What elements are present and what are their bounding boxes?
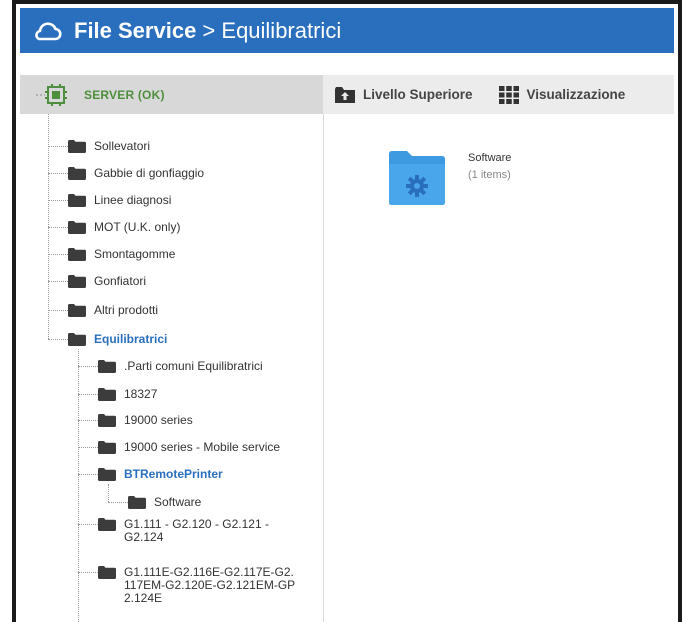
tree-connector [78, 524, 98, 525]
tree-connector [78, 572, 98, 573]
tree-connector [78, 447, 98, 448]
tree-item-19000-mobile[interactable]: 19000 series - Mobile service [98, 440, 280, 454]
tree-item-equilibratrici[interactable]: Equilibratrici [68, 332, 167, 346]
tree-item-parti-comuni[interactable]: .Parti comuni Equilibratrici [98, 359, 263, 373]
tree-connector [108, 502, 128, 503]
view-mode-button[interactable]: Visualizzazione [498, 85, 626, 104]
tree-item-label: Sollevatori [94, 139, 151, 153]
breadcrumb: File Service > Equilibratrici [74, 17, 342, 43]
server-status-label: SERVER (OK) [84, 87, 165, 102]
title-bar: File Service > Equilibratrici [20, 8, 674, 53]
server-status[interactable]: SERVER (OK) [36, 83, 165, 106]
tree-connector [108, 484, 109, 502]
folder-icon [128, 495, 146, 509]
tree-connector [48, 310, 68, 311]
parent-folder-button[interactable]: Livello Superiore [335, 86, 473, 104]
folder-icon [68, 332, 86, 346]
server-status-bar: SERVER (OK) [20, 75, 323, 114]
folder-icon [68, 274, 86, 288]
tree-item-label: Smontagomme [94, 247, 176, 261]
tree-item-label: MOT (U.K. only) [94, 220, 181, 234]
tree-item-g1-111e[interactable]: G1.111E-G2.116E-G2.117E-G2.117EM-G2.120E… [98, 566, 308, 605]
folder-icon [68, 220, 86, 234]
tree-item-label: Altri prodotti [94, 303, 159, 317]
tree-item-label: 19000 series - Mobile service [124, 440, 281, 454]
tree-item-label: G1.111E-G2.116E-G2.117E-G2.117EM-G2.120E… [124, 565, 296, 605]
tree-item-label: Software [154, 495, 202, 509]
content-item-count: (1 items) [468, 169, 511, 181]
tree-item-btremoteprinter[interactable]: BTRemotePrinter [98, 467, 223, 481]
view-mode-label: Visualizzazione [526, 87, 626, 102]
folder-icon [98, 387, 116, 401]
tree-item-label: Equilibratrici [94, 332, 168, 346]
tree-item-label: Gonfiatori [94, 274, 147, 288]
tree-item-label: 19000 series [124, 413, 193, 427]
folder-up-icon [335, 86, 355, 103]
tree-connector [48, 281, 68, 282]
content-item-software[interactable] [387, 150, 447, 206]
breadcrumb-separator: > [196, 17, 222, 43]
tree-item-label: .Parti comuni Equilibratrici [124, 359, 263, 373]
tree-item-gonfiatori[interactable]: Gonfiatori [68, 274, 146, 288]
folder-tree: Sollevatori Gabbie di gonfiaggio Linee d… [20, 114, 324, 622]
tree-item-mot[interactable]: MOT (U.K. only) [68, 220, 180, 234]
tree-connector [78, 349, 79, 622]
breadcrumb-current: Equilibratrici [221, 17, 342, 43]
tree-item-software[interactable]: Software [128, 495, 201, 509]
content-item-name[interactable]: Software [468, 152, 511, 164]
folder-icon [98, 359, 116, 373]
folder-icon [68, 139, 86, 153]
toolbar: Livello Superiore Visualizzazione [323, 75, 674, 114]
tree-item-sollevatori[interactable]: Sollevatori [68, 139, 150, 153]
tree-connector [48, 227, 68, 228]
tree-item-label: Gabbie di gonfiaggio [94, 166, 205, 180]
file-service-window: File Service > Equilibratrici SERVER (OK… [12, 0, 682, 622]
tree-item-altri-prodotti[interactable]: Altri prodotti [68, 303, 158, 317]
tree-item-label: BTRemotePrinter [124, 467, 223, 481]
app-title[interactable]: File Service [74, 18, 196, 43]
folder-icon [68, 193, 86, 207]
tree-item-19000-series[interactable]: 19000 series [98, 413, 193, 427]
software-folder-icon [389, 151, 445, 205]
tree-connector [48, 339, 68, 340]
folder-icon [68, 166, 86, 180]
tree-item-label: Linee diagnosi [94, 193, 172, 207]
parent-folder-label: Livello Superiore [363, 87, 473, 102]
folder-icon [98, 566, 116, 579]
folder-icon [98, 413, 116, 427]
tree-connector [48, 254, 68, 255]
tree-item-linee-diagnosi[interactable]: Linee diagnosi [68, 193, 171, 207]
tree-connector [78, 474, 98, 475]
folder-content-pane: Software (1 items) [324, 114, 674, 622]
tree-item-18327[interactable]: 18327 [98, 387, 157, 401]
cloud-icon [32, 20, 64, 42]
tree-connector [78, 420, 98, 421]
folder-icon [98, 518, 116, 531]
folder-icon [98, 467, 116, 481]
folder-icon [68, 303, 86, 317]
tree-item-smontagomme[interactable]: Smontagomme [68, 247, 175, 261]
folder-icon [68, 247, 86, 261]
tree-item-g1-111[interactable]: G1.111 - G2.120 - G2.121 - G2.124 [98, 518, 298, 544]
tree-connector [48, 200, 68, 201]
server-chip-icon [36, 83, 67, 106]
folder-icon [98, 440, 116, 454]
tree-item-label: 18327 [124, 387, 158, 401]
tree-connector [78, 366, 98, 367]
grid-view-icon [498, 85, 519, 104]
tree-connector [78, 394, 98, 395]
tree-item-gabbie-di-gonfiaggio[interactable]: Gabbie di gonfiaggio [68, 166, 204, 180]
tree-connector [48, 173, 68, 174]
tree-connector [48, 146, 68, 147]
tree-item-label: G1.111 - G2.120 - G2.121 - G2.124 [124, 517, 269, 544]
